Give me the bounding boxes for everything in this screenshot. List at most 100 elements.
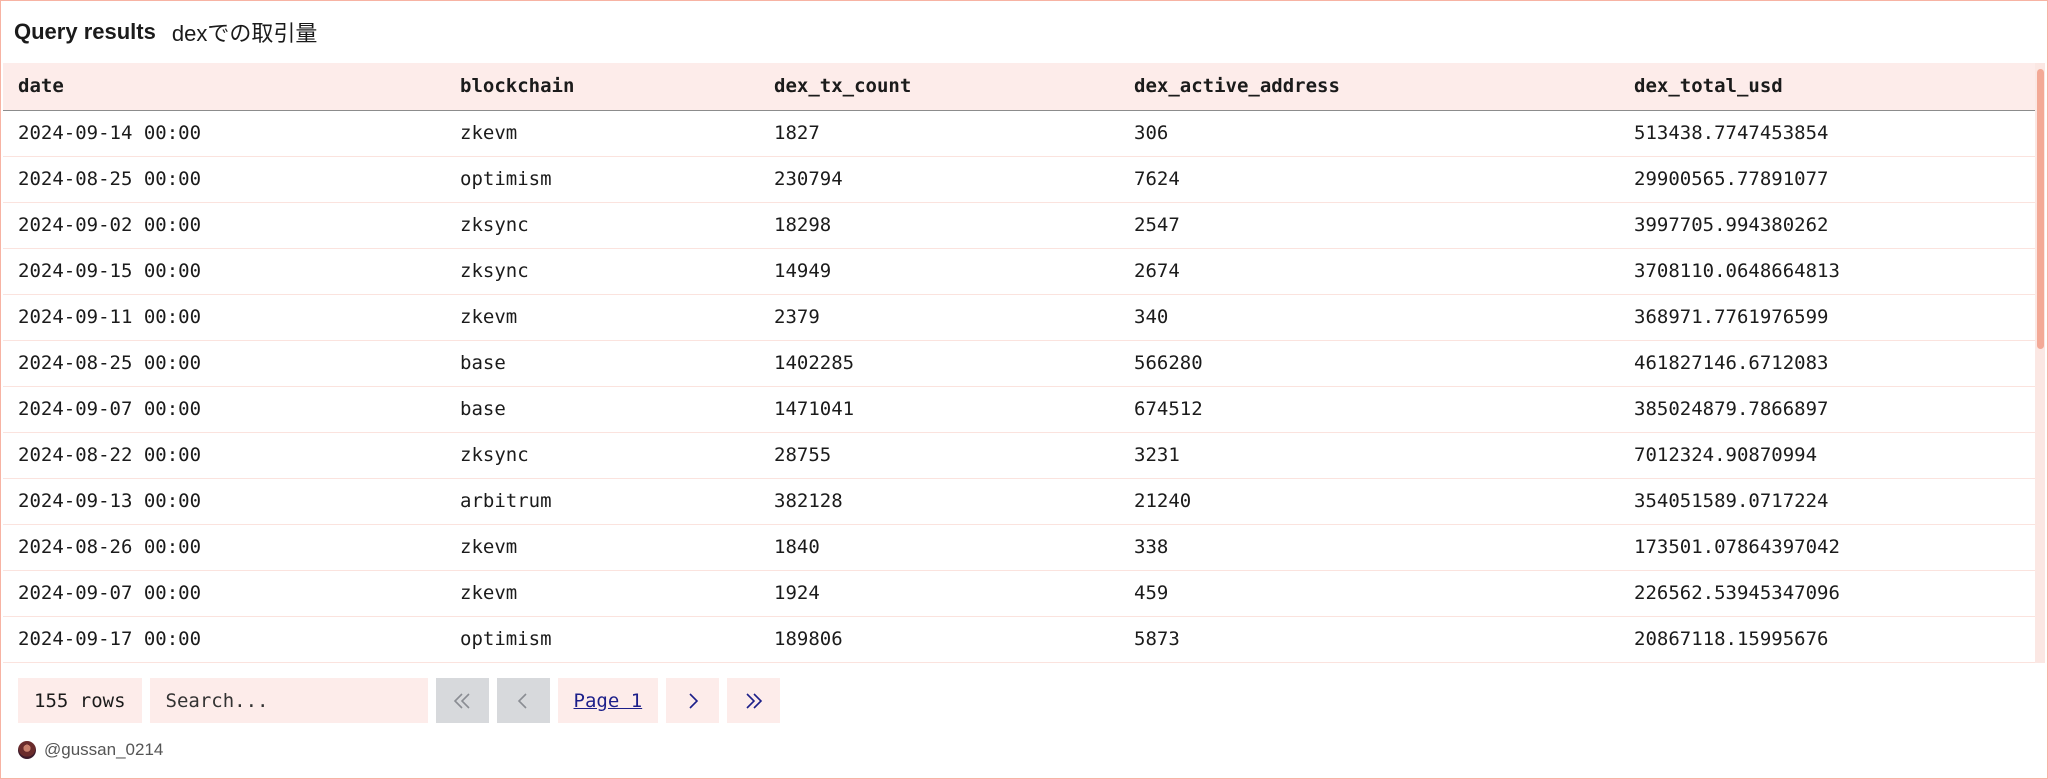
cell-date: 2024-08-26 00:00 <box>18 536 202 558</box>
vertical-scrollbar[interactable] <box>2035 63 2045 663</box>
cell-dex-tx-count: 189806 <box>774 628 843 650</box>
cell-blockchain: base <box>460 352 506 374</box>
table-row[interactable]: 2024-09-02 00:00 zksync 18298 2547 3997705.9… <box>3 202 2037 248</box>
cell-date: 2024-09-17 00:00 <box>18 628 202 650</box>
cell-date: 2024-09-02 00:00 <box>18 214 202 236</box>
cell-dex-active-address: 674512 <box>1134 398 1203 420</box>
table-footer: 155 rows Page 1 <box>18 678 781 723</box>
cell-dex-active-address: 2674 <box>1134 260 1180 282</box>
cell-dex-tx-count: 28755 <box>774 444 832 466</box>
cell-dex-active-address: 7624 <box>1134 168 1180 190</box>
double-chevron-right-icon <box>746 692 762 709</box>
table-row[interactable]: 2024-08-22 00:00 zksync 28755 3231 7012324.9… <box>3 432 2037 478</box>
cell-blockchain: base <box>460 398 506 420</box>
cell-blockchain: zkevm <box>460 306 518 328</box>
cell-dex-active-address: 340 <box>1134 306 1169 328</box>
query-name: dexでの取引量 <box>171 21 318 46</box>
cell-date: 2024-09-11 00:00 <box>18 306 202 328</box>
panel-title: Query results <box>14 19 156 44</box>
cell-dex-tx-count: 1840 <box>774 536 820 558</box>
cell-dex-total-usd: 3708110.0648664813 <box>1634 260 1840 282</box>
cell-dex-active-address: 459 <box>1134 582 1169 604</box>
cell-date: 2024-09-15 00:00 <box>18 260 202 282</box>
cell-dex-total-usd: 29900565.77891077 <box>1634 168 1829 190</box>
first-page-button[interactable] <box>435 678 489 723</box>
cell-dex-tx-count: 2379 <box>774 306 820 328</box>
cell-dex-active-address: 2547 <box>1134 214 1180 236</box>
column-header-dex-active-address[interactable]: dex_active_address <box>1119 63 1619 111</box>
table-row[interactable]: 2024-09-15 00:00 zksync 14949 2674 3708110.0… <box>3 248 2037 294</box>
cell-dex-tx-count: 230794 <box>774 168 843 190</box>
chevron-left-icon <box>517 692 527 709</box>
cell-dex-tx-count: 1827 <box>774 122 820 144</box>
cell-date: 2024-09-07 00:00 <box>18 582 202 604</box>
cell-blockchain: optimism <box>460 628 552 650</box>
cell-dex-total-usd: 173501.07864397042 <box>1634 536 1840 558</box>
cell-dex-total-usd: 226562.53945347096 <box>1634 582 1840 604</box>
column-header-dex-total-usd[interactable]: dex_total_usd <box>1619 63 2037 111</box>
column-header-date[interactable]: date <box>3 63 445 111</box>
cell-dex-total-usd: 461827146.6712083 <box>1634 352 1829 374</box>
table-row[interactable]: 2024-08-25 00:00 optimism 230794 7624 299005… <box>3 156 2037 202</box>
table-header-row: date blockchain dex_tx_count dex_active_… <box>3 63 2037 111</box>
double-chevron-left-icon <box>453 692 470 709</box>
table-row[interactable]: 2024-08-25 00:00 base 1402285 566280 4618271… <box>3 340 2037 386</box>
cell-dex-total-usd: 354051589.0717224 <box>1634 490 1829 512</box>
author-attribution[interactable]: @gussan_0214 <box>18 739 163 761</box>
cell-dex-tx-count: 1924 <box>774 582 820 604</box>
table-row[interactable]: 2024-09-07 00:00 zkevm 1924 459 226562.53945… <box>3 570 2037 616</box>
page-indicator[interactable]: Page 1 <box>557 678 659 723</box>
cell-dex-tx-count: 18298 <box>774 214 832 236</box>
results-table-container[interactable]: date blockchain dex_tx_count dex_active_… <box>3 63 2037 663</box>
cell-dex-total-usd: 20867118.15995676 <box>1634 628 1829 650</box>
chevron-right-icon <box>689 692 698 709</box>
cell-date: 2024-09-13 00:00 <box>18 490 202 512</box>
cell-dex-total-usd: 385024879.7866897 <box>1634 398 1829 420</box>
table-row[interactable]: 2024-09-14 00:00 zkevm 1827 306 513438.77474… <box>3 110 2037 156</box>
cell-dex-active-address: 566280 <box>1134 352 1203 374</box>
cell-dex-total-usd: 7012324.90870994 <box>1634 444 1818 466</box>
avatar <box>18 741 36 759</box>
row-count-label: 155 rows <box>18 678 142 723</box>
cell-dex-total-usd: 368971.7761976599 <box>1634 306 1829 328</box>
cell-dex-tx-count: 1471041 <box>774 398 855 420</box>
cell-dex-total-usd: 3997705.994380262 <box>1634 214 1829 236</box>
cell-blockchain: zksync <box>460 260 529 282</box>
cell-dex-active-address: 5873 <box>1134 628 1180 650</box>
table-row[interactable]: 2024-09-07 00:00 base 1471041 674512 3850248… <box>3 386 2037 432</box>
cell-dex-active-address: 21240 <box>1134 490 1192 512</box>
cell-date: 2024-08-25 00:00 <box>18 168 202 190</box>
cell-dex-active-address: 306 <box>1134 122 1169 144</box>
results-table: date blockchain dex_tx_count dex_active_… <box>3 63 2037 663</box>
scrollbar-thumb[interactable] <box>2037 69 2044 349</box>
page-number-link[interactable]: Page 1 <box>558 690 659 712</box>
cell-dex-total-usd: 513438.7747453854 <box>1634 122 1829 144</box>
cell-date: 2024-09-14 00:00 <box>18 122 202 144</box>
cell-blockchain: zkevm <box>460 122 518 144</box>
search-input[interactable] <box>149 678 428 723</box>
cell-blockchain: arbitrum <box>460 490 552 512</box>
previous-page-button[interactable] <box>496 678 550 723</box>
cell-blockchain: zksync <box>460 214 529 236</box>
panel-header: Query results dexでの取引量 <box>1 1 2047 63</box>
cell-blockchain: zkevm <box>460 536 518 558</box>
next-page-button[interactable] <box>666 678 720 723</box>
table-row[interactable]: 2024-09-11 00:00 zkevm 2379 340 368971.77619… <box>3 294 2037 340</box>
cell-blockchain: zksync <box>460 444 529 466</box>
author-handle[interactable]: @gussan_0214 <box>44 740 163 760</box>
column-header-dex-tx-count[interactable]: dex_tx_count <box>759 63 1119 111</box>
last-page-button[interactable] <box>727 678 781 723</box>
table-row[interactable]: 2024-09-13 00:00 arbitrum 382128 21240 35405… <box>3 478 2037 524</box>
table-row[interactable]: 2024-09-17 00:00 optimism 189806 5873 208671… <box>3 616 2037 662</box>
cell-blockchain: zkevm <box>460 582 518 604</box>
cell-blockchain: optimism <box>460 168 552 190</box>
query-results-panel: Query results dexでの取引量 date blockchain d… <box>0 0 2048 779</box>
table-row[interactable]: 2024-08-26 00:00 zkevm 1840 338 173501.07864… <box>3 524 2037 570</box>
cell-date: 2024-08-25 00:00 <box>18 352 202 374</box>
cell-dex-tx-count: 382128 <box>774 490 843 512</box>
cell-date: 2024-09-07 00:00 <box>18 398 202 420</box>
cell-date: 2024-08-22 00:00 <box>18 444 202 466</box>
column-header-blockchain[interactable]: blockchain <box>445 63 759 111</box>
cell-dex-active-address: 338 <box>1134 536 1169 558</box>
cell-dex-active-address: 3231 <box>1134 444 1180 466</box>
